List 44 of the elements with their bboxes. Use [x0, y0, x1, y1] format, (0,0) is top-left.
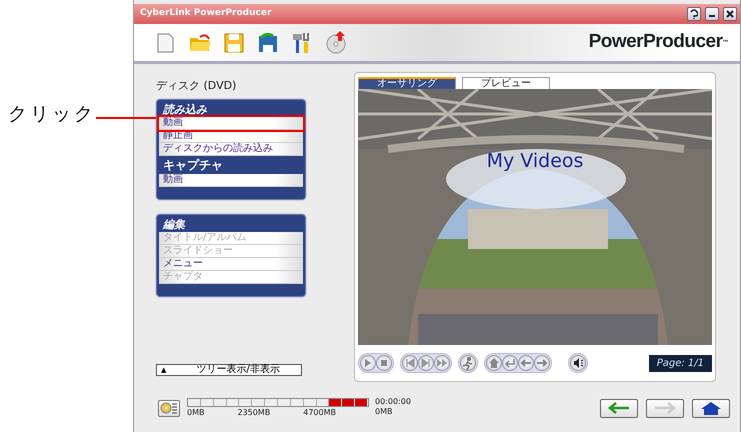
help-icon [690, 9, 698, 19]
tab[interactable]: オーサリング [358, 77, 456, 89]
task-item[interactable]: メニュー [159, 258, 303, 270]
task-item[interactable]: 動画 [159, 174, 303, 186]
callout-label: クリック [8, 102, 96, 127]
home-button[interactable] [692, 398, 730, 418]
minimize-icon [709, 15, 715, 17]
stop-button[interactable] [376, 355, 392, 371]
help-button[interactable] [687, 7, 701, 21]
disc-button[interactable] [324, 30, 348, 55]
section-header: キャプチャ [162, 156, 224, 174]
previous-button[interactable] [402, 355, 418, 371]
gauge-label: 4700MB [303, 406, 336, 418]
app-logo: PowerProducer$^{™}$ [588, 30, 728, 54]
close-icon [726, 10, 734, 18]
next-button[interactable] [418, 355, 434, 371]
gauge-label: 2350MB [237, 406, 270, 418]
tab[interactable]: プレビュー [462, 77, 550, 89]
enter-button[interactable] [502, 355, 518, 371]
home-icon [487, 356, 501, 370]
disc-info-icon [160, 401, 178, 415]
window-title: CyberLink PowerProducer [140, 7, 272, 20]
task-item[interactable]: 動画 [159, 116, 303, 130]
left-button[interactable] [518, 355, 534, 371]
close-button[interactable] [723, 7, 737, 21]
play-button[interactable] [360, 355, 376, 371]
fast-forward-button[interactable] [434, 355, 450, 371]
section-header: 読み込み [162, 102, 208, 116]
page-indicator: Page: 1/1 [648, 354, 712, 372]
section-header: 編集 [162, 216, 186, 232]
minimize-button[interactable] [705, 7, 719, 21]
duration-text: 00:00:00 [375, 397, 411, 407]
back-button[interactable] [600, 398, 638, 418]
leader-line [96, 117, 156, 119]
task-item[interactable]: ディスクからの読み込み [159, 142, 303, 156]
gauge-label: 0MB [187, 406, 204, 418]
menu-title: My Videos [486, 149, 584, 174]
fast-forward-icon [435, 356, 449, 370]
disc-info-button[interactable] [158, 400, 180, 416]
enter-icon [503, 356, 517, 370]
size-text: 0MB [375, 407, 394, 417]
disc-icon [324, 30, 348, 55]
right-button[interactable] [534, 355, 550, 371]
disc-label: ディスク (DVD) [156, 78, 238, 94]
